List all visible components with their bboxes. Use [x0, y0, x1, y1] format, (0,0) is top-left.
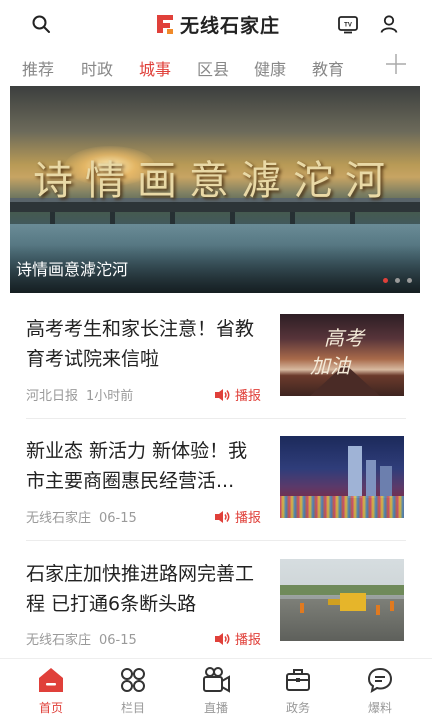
play-label: 播报 — [235, 633, 262, 648]
category-tabs: 推荐 时政 城事 区县 健康 教育 — [0, 48, 432, 86]
camera-icon — [201, 665, 231, 695]
thumb-building — [366, 460, 376, 498]
play-audio-button[interactable]: 播报 — [214, 385, 261, 404]
news-title: 新业态 新活力 新体验！我市主要商圈惠民经营活... — [26, 440, 248, 492]
nav-label: 直播 — [203, 701, 228, 715]
top-bar: 无线石家庄 TV — [0, 0, 432, 48]
carousel-dot-active[interactable] — [383, 278, 388, 283]
grid-icon — [118, 665, 148, 695]
thumb-crowd — [280, 496, 404, 518]
tab-health[interactable]: 健康 — [254, 56, 286, 80]
search-icon[interactable] — [29, 12, 53, 36]
speaker-icon — [215, 388, 230, 401]
thumb-building — [348, 446, 362, 498]
carousel-dot[interactable] — [407, 278, 412, 283]
app-title: 无线石家庄 — [180, 14, 281, 37]
bridge-pillar — [110, 212, 115, 224]
user-icon[interactable] — [377, 12, 401, 36]
banner-calligraphy: 诗情画意滹沱河 — [33, 158, 397, 204]
nav-tips[interactable]: 爆料 — [350, 665, 410, 716]
news-thumbnail — [280, 436, 404, 518]
thumb-worker — [376, 605, 380, 615]
nav-label: 爆料 — [367, 701, 392, 715]
chat-icon — [365, 665, 395, 695]
bridge-pillar — [350, 212, 355, 224]
nav-columns[interactable]: 栏目 — [103, 665, 163, 716]
divider — [26, 540, 406, 541]
news-item[interactable]: 石家庄加快推进路网完善工程 已打通6条断头路 无线石家庄 06-15 播报 — [26, 559, 406, 648]
speaker-icon — [215, 632, 230, 645]
news-time: 06-15 — [99, 633, 137, 648]
news-meta: 无线石家庄 06-15 — [26, 507, 137, 526]
briefcase-icon — [283, 665, 313, 695]
thumb-building — [380, 466, 392, 498]
divider — [26, 418, 406, 419]
thumb-text: 加油 — [310, 354, 350, 378]
carousel-dot[interactable] — [395, 278, 400, 283]
play-label: 播报 — [235, 511, 262, 526]
carousel-indicator — [383, 278, 412, 283]
news-thumbnail: 高考 加油 — [280, 314, 404, 396]
thumb-loader — [340, 593, 366, 611]
news-time: 1小时前 — [86, 389, 134, 404]
news-source: 无线石家庄 — [26, 633, 92, 648]
thumb-worker — [300, 603, 304, 613]
bottom-navigation: 首页 栏目 直播 政务 爆料 — [0, 658, 432, 720]
news-time: 06-15 — [99, 511, 137, 526]
nav-label: 首页 — [38, 701, 63, 715]
nav-live[interactable]: 直播 — [186, 665, 246, 716]
speaker-icon — [215, 510, 230, 523]
app-logo: 无线石家庄 — [155, 10, 280, 38]
nav-home[interactable]: 首页 — [21, 665, 81, 716]
logo-mark-icon — [155, 13, 175, 35]
play-label: 播报 — [235, 389, 262, 404]
bridge-pillar — [170, 212, 175, 224]
svg-text:TV: TV — [344, 23, 352, 29]
bridge-pillar — [290, 212, 295, 224]
news-thumbnail — [280, 559, 404, 641]
tv-icon[interactable]: TV — [336, 12, 360, 36]
banner-caption: 诗情画意滹沱河 — [16, 260, 129, 279]
tab-city[interactable]: 城事 — [139, 56, 171, 80]
news-meta: 无线石家庄 06-15 — [26, 629, 137, 648]
tab-education[interactable]: 教育 — [312, 56, 344, 80]
tab-districts[interactable]: 区县 — [197, 56, 229, 80]
thumb-worker — [390, 601, 394, 611]
news-title: 高考考生和家长注意！省教育考试院来信啦 — [26, 318, 255, 370]
nav-label: 栏目 — [120, 701, 145, 715]
tab-recommend[interactable]: 推荐 — [22, 56, 54, 80]
bridge-pillar — [50, 212, 55, 224]
news-source: 无线石家庄 — [26, 511, 92, 526]
thumb-text: 高考 — [324, 326, 364, 350]
news-title: 石家庄加快推进路网完善工程 已打通6条断头路 — [26, 563, 255, 615]
home-icon — [36, 665, 66, 695]
play-audio-button[interactable]: 播报 — [214, 629, 261, 648]
news-item[interactable]: 新业态 新活力 新体验！我市主要商圈惠民经营活... 无线石家庄 06-15 播报 — [26, 436, 406, 526]
banner-carousel[interactable]: 诗情画意滹沱河 诗情画意滹沱河 — [10, 86, 420, 293]
add-tab-icon[interactable] — [384, 52, 408, 76]
news-item[interactable]: 高考考生和家长注意！省教育考试院来信啦 河北日报 1小时前 播报 高考 加油 — [26, 314, 406, 404]
bridge-pillar — [230, 212, 235, 224]
tab-politics[interactable]: 时政 — [81, 56, 113, 80]
nav-government[interactable]: 政务 — [268, 665, 328, 716]
news-source: 河北日报 — [26, 389, 79, 404]
news-meta: 河北日报 1小时前 — [26, 385, 133, 404]
play-audio-button[interactable]: 播报 — [214, 507, 261, 526]
nav-label: 政务 — [285, 701, 310, 715]
